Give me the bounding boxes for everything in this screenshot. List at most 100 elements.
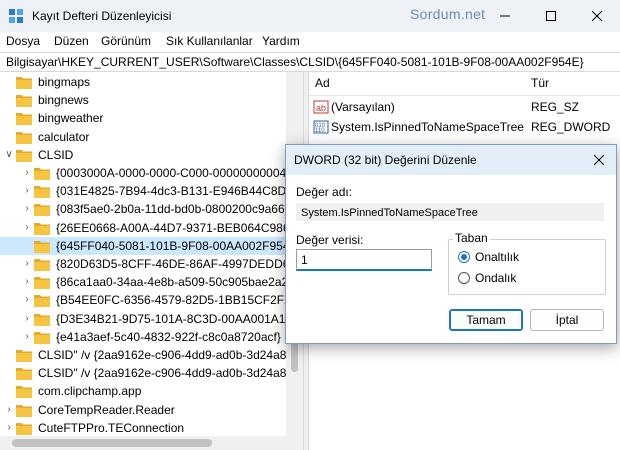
tree-item[interactable]: › {0003000A-0000-0000-C000-000000000046} xyxy=(0,164,286,182)
dialog-close-button[interactable] xyxy=(588,149,610,171)
address-path[interactable]: Bilgisayar\HKEY_CURRENT_USER\Software\Cl… xyxy=(6,55,584,69)
value-name: System.IsPinnedToNameSpaceTree xyxy=(331,120,524,134)
tree-item[interactable]: › {083f5ae0-2b0a-11dd-bd0b-0800200c9a66} xyxy=(0,200,286,218)
minimize-button[interactable] xyxy=(482,0,528,32)
chevron-right-icon[interactable] xyxy=(22,238,32,254)
chevron-right-icon[interactable] xyxy=(4,383,14,399)
tree-hscroll-thumb[interactable] xyxy=(12,439,212,447)
chevron-right-icon[interactable]: › xyxy=(22,201,32,217)
hexadecimal-radio[interactable] xyxy=(458,251,470,263)
folder-icon xyxy=(34,240,50,253)
value-name: (Varsayılan) xyxy=(331,100,395,114)
registry-editor-icon xyxy=(9,9,23,23)
close-icon xyxy=(592,11,602,21)
column-header-name[interactable]: Ad xyxy=(315,76,330,90)
folder-icon xyxy=(34,259,50,271)
menu-sik-kullanilanlar[interactable]: Sık Kullanılanlar xyxy=(166,34,253,48)
title-bar: Kayıt Defteri Düzenleyicisi Sordum.net xyxy=(0,0,620,32)
dialog-title-bar: DWORD (32 bit) Değerini Düzenle xyxy=(286,145,616,175)
string-value-icon: ab xyxy=(313,100,329,114)
folder-icon xyxy=(16,386,32,399)
folder-icon xyxy=(16,77,32,89)
chevron-right-icon[interactable]: › xyxy=(4,420,14,436)
tree-item[interactable]: › {820D63D5-8CFF-46DE-86AF-4997DEDD6DBE} xyxy=(0,255,286,273)
minimize-icon xyxy=(500,15,510,17)
tree-horizontal-scrollbar[interactable] xyxy=(0,436,303,450)
folder-icon xyxy=(16,131,32,144)
tree-item[interactable]: › {B54EE0FC-6356-4579-82D5-1BB15CF2F23C} xyxy=(0,291,286,309)
edit-dword-dialog: DWORD (32 bit) Değerini Düzenle Değer ad… xyxy=(285,144,617,344)
chevron-right-icon[interactable] xyxy=(4,129,14,145)
tree-item-label: {e41a3aef-5c40-4832-922f-c8c0a8720acf} xyxy=(56,329,281,344)
value-data-input[interactable]: 1 xyxy=(296,249,432,271)
tree-item-label: {B54EE0FC-6356-4579-82D5-1BB15CF2F23C} xyxy=(56,293,286,308)
chevron-down-icon[interactable]: ∨ xyxy=(4,147,14,163)
folder-icon xyxy=(34,313,50,326)
ok-button[interactable]: Tamam xyxy=(449,309,523,331)
chevron-right-icon[interactable]: › xyxy=(22,183,32,199)
tree-item[interactable]: ∨ CLSID xyxy=(0,146,286,164)
tree-item[interactable]: {645FF040-5081-101B-9F08-00AA002F954E} xyxy=(0,236,286,255)
address-bar[interactable]: Bilgisayar\HKEY_CURRENT_USER\Software\Cl… xyxy=(0,52,620,72)
tree-item[interactable]: calculator xyxy=(0,128,286,146)
tree-item[interactable]: com.clipchamp.app xyxy=(0,382,286,400)
value-type: REG_SZ xyxy=(531,100,580,114)
chevron-right-icon[interactable]: › xyxy=(4,402,14,418)
folder-icon xyxy=(34,168,50,180)
chevron-right-icon[interactable] xyxy=(4,347,14,363)
decimal-radio[interactable] xyxy=(458,272,470,284)
tree-item[interactable]: › {031E4825-7B94-4dc3-B131-E946B44C8DD5} xyxy=(0,182,286,200)
tree-item[interactable]: › CoreTempReader.Reader xyxy=(0,401,286,419)
folder-icon xyxy=(34,277,50,290)
folder-icon xyxy=(16,422,32,435)
tree-item-label: {86ca1aa0-34aa-4e8b-a509-50c905bae2a2} xyxy=(56,275,286,290)
decimal-label[interactable]: Ondalık xyxy=(475,271,516,285)
tree-item[interactable]: bingmaps xyxy=(0,73,286,91)
tree-item[interactable]: CLSID" /v {2aa9162e-c906-4dd9-ad0b-3d24a… xyxy=(0,364,286,382)
chevron-right-icon[interactable] xyxy=(4,110,14,126)
chevron-right-icon[interactable]: › xyxy=(22,256,32,272)
dword-value-icon: 010 110 xyxy=(313,120,329,134)
cancel-button[interactable]: İptal xyxy=(530,309,604,331)
hexadecimal-label[interactable]: Onaltılık xyxy=(475,250,519,264)
chevron-right-icon[interactable]: › xyxy=(22,329,32,345)
chevron-right-icon[interactable]: › xyxy=(22,311,32,327)
dialog-title: DWORD (32 bit) Değerini Düzenle xyxy=(294,153,477,167)
tree-item-label: bingmaps xyxy=(38,75,91,89)
chevron-right-icon[interactable] xyxy=(4,365,14,381)
tree-item[interactable]: › {e41a3aef-5c40-4832-922f-c8c0a8720acf} xyxy=(0,328,286,346)
maximize-button[interactable] xyxy=(528,0,574,32)
tree-item-label: {031E4825-7B94-4dc3-B131-E946B44C8DD5} xyxy=(56,184,286,199)
menu-dosya[interactable]: Dosya xyxy=(6,34,40,48)
column-header-type[interactable]: Tür xyxy=(531,76,549,90)
close-button[interactable] xyxy=(574,0,620,32)
value-row[interactable]: 010 110 System.IsPinnedToNameSpaceTree R… xyxy=(309,118,620,136)
tree-item[interactable]: › {D3E34B21-9D75-101A-8C3D-00AA001A1652} xyxy=(0,310,286,328)
tree-item[interactable]: › {86ca1aa0-34aa-4e8b-a509-50c905bae2a2} xyxy=(0,273,286,291)
chevron-right-icon[interactable]: › xyxy=(22,165,32,181)
chevron-right-icon[interactable]: › xyxy=(22,274,32,290)
tree-item[interactable]: › CuteFTPPro.TEConnection xyxy=(0,419,286,437)
folder-icon xyxy=(34,222,50,235)
tree-item[interactable]: CLSID" /v {2aa9162e-c906-4dd9-ad0b-3d24a… xyxy=(0,346,286,364)
chevron-right-icon[interactable] xyxy=(4,74,14,90)
tree-item-label: {D3E34B21-9D75-101A-8C3D-00AA001A1652} xyxy=(56,311,286,326)
tree-item[interactable]: › {26EE0668-A00A-44D7-9371-BEB064C98683} xyxy=(0,219,286,237)
tree-item[interactable]: bingweather xyxy=(0,109,286,127)
chevron-right-icon[interactable]: › xyxy=(22,292,32,308)
tree-item-label: CuteFTPPro.TEConnection xyxy=(38,420,185,435)
menu-gorunum[interactable]: Görünüm xyxy=(101,34,151,48)
svg-text:ab: ab xyxy=(316,103,326,113)
value-name-label: Değer adı: xyxy=(296,185,353,199)
tree-item[interactable]: bingnews xyxy=(0,91,286,109)
chevron-right-icon[interactable] xyxy=(4,92,14,108)
tree-item-label: bingweather xyxy=(38,111,104,126)
menu-duzen[interactable]: Düzen xyxy=(54,34,89,48)
value-data-label: Değer verisi: xyxy=(296,233,364,247)
value-type: REG_DWORD xyxy=(531,120,611,134)
menu-yardim[interactable]: Yardım xyxy=(262,34,300,48)
chevron-right-icon[interactable]: › xyxy=(22,220,32,236)
tree-item-label: {26EE0668-A00A-44D7-9371-BEB064C98683} xyxy=(56,220,286,235)
watermark: Sordum.net xyxy=(410,6,486,22)
value-row[interactable]: ab (Varsayılan) REG_SZ xyxy=(309,98,620,116)
